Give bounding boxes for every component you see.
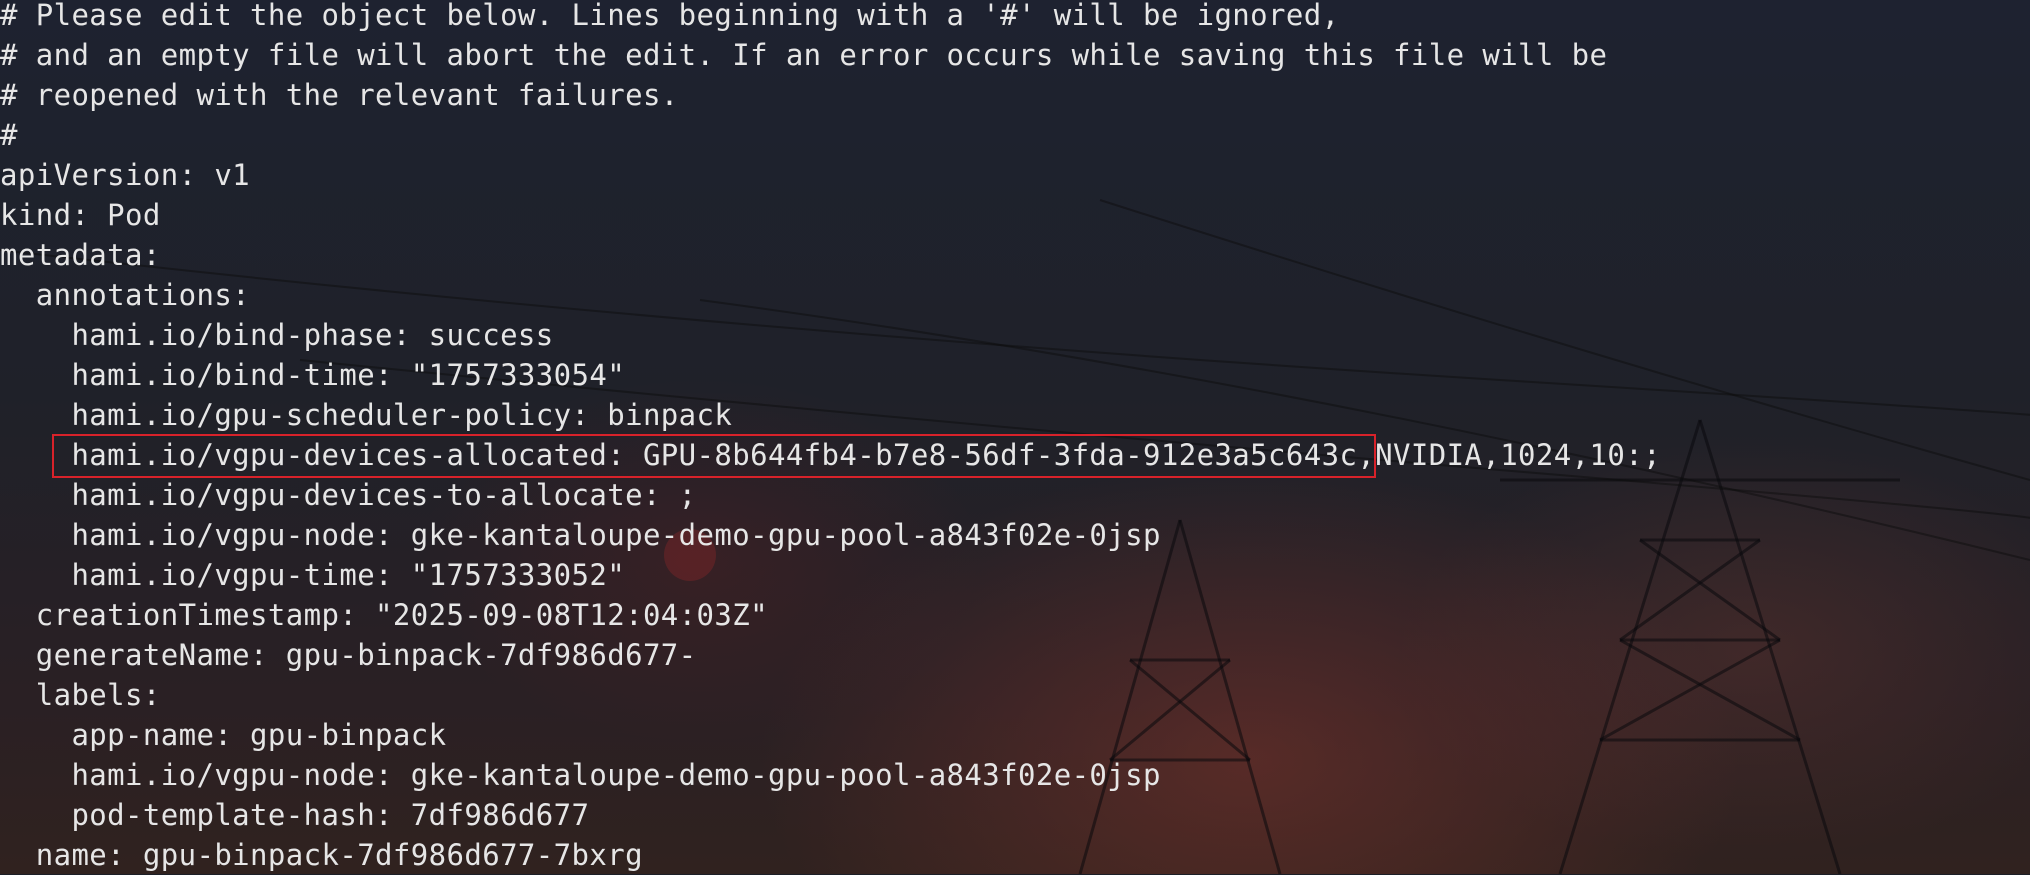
yaml-line-vgpu-devices-to-allocate: hami.io/vgpu-devices-to-allocate: ; — [0, 478, 697, 512]
yaml-line-generate-name: generateName: gpu-binpack-7df986d677- — [0, 638, 697, 672]
yaml-line-vgpu-time: hami.io/vgpu-time: "1757333052" — [0, 558, 626, 592]
yaml-line-pod-template-hash: pod-template-hash: 7df986d677 — [0, 798, 590, 832]
comment-line: # and an empty file will abort the edit.… — [0, 38, 1608, 72]
yaml-line-app-name: app-name: gpu-binpack — [0, 718, 447, 752]
yaml-line-gpu-scheduler-policy: hami.io/gpu-scheduler-policy: binpack — [0, 398, 733, 432]
yaml-line-metadata: metadata: — [0, 238, 161, 272]
comment-line: # reopened with the relevant failures. — [0, 78, 679, 112]
terminal-editor[interactable]: # Please edit the object below. Lines be… — [0, 0, 2030, 874]
yaml-line-vgpu-node: hami.io/vgpu-node: gke-kantaloupe-demo-g… — [0, 518, 1161, 552]
comment-line: # — [0, 118, 18, 152]
yaml-line-bind-phase: hami.io/bind-phase: success — [0, 318, 554, 352]
yaml-line-label-vgpu-node: hami.io/vgpu-node: gke-kantaloupe-demo-g… — [0, 758, 1161, 792]
yaml-line-annotations: annotations: — [0, 278, 251, 312]
comment-line: # Please edit the object below. Lines be… — [0, 0, 1340, 32]
yaml-line-kind: kind: Pod — [0, 198, 161, 232]
yaml-line-labels: labels: — [0, 678, 161, 712]
yaml-line-name: name: gpu-binpack-7df986d677-7bxrg — [0, 838, 643, 872]
yaml-line-apiversion: apiVersion: v1 — [0, 158, 251, 192]
yaml-line-bind-time: hami.io/bind-time: "1757333054" — [0, 358, 626, 392]
yaml-line-creation-timestamp: creationTimestamp: "2025-09-08T12:04:03Z… — [0, 598, 768, 632]
yaml-line-vgpu-devices-allocated: hami.io/vgpu-devices-allocated: GPU-8b64… — [0, 438, 1661, 472]
